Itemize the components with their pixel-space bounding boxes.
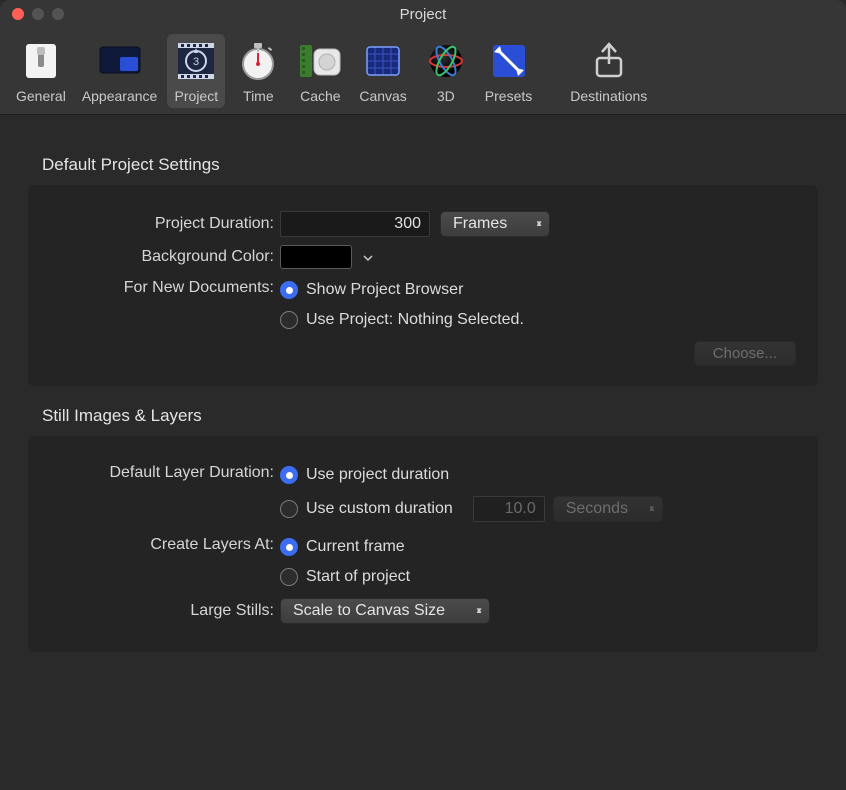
toolbar-label: Time bbox=[243, 88, 274, 104]
radio-icon bbox=[280, 466, 298, 484]
appearance-icon bbox=[97, 38, 143, 84]
cache-icon bbox=[297, 38, 343, 84]
project-icon: 3 bbox=[173, 38, 219, 84]
create-layers-label: Create Layers At: bbox=[50, 534, 280, 554]
time-icon bbox=[235, 38, 281, 84]
toolbar-label: Presets bbox=[485, 88, 532, 104]
toolbar-label: Project bbox=[175, 88, 219, 104]
toolbar-label: Destinations bbox=[570, 88, 647, 104]
toolbar-tab-presets[interactable]: Presets bbox=[479, 34, 538, 108]
section-title-stills: Still Images & Layers bbox=[42, 406, 818, 426]
toolbar-label: Canvas bbox=[359, 88, 406, 104]
project-duration-field[interactable] bbox=[280, 211, 430, 237]
radio-label: Use custom duration bbox=[306, 500, 453, 518]
choose-button[interactable]: Choose... bbox=[694, 341, 796, 366]
custom-duration-unit-popup[interactable]: Seconds ▲▼ bbox=[553, 496, 663, 522]
general-icon bbox=[18, 38, 64, 84]
radio-label: Use project duration bbox=[306, 466, 449, 484]
background-color-well[interactable] bbox=[280, 245, 352, 269]
create-layers-radio-start[interactable]: Start of project bbox=[280, 568, 410, 586]
radio-icon bbox=[280, 568, 298, 586]
zoom-window-button[interactable] bbox=[52, 8, 64, 20]
destinations-icon bbox=[586, 38, 632, 84]
toolbar-tab-canvas[interactable]: Canvas bbox=[353, 34, 412, 108]
titlebar: Project bbox=[0, 0, 846, 28]
section-title-default-project: Default Project Settings bbox=[42, 155, 818, 175]
radio-icon bbox=[280, 311, 298, 329]
layer-duration-label: Default Layer Duration: bbox=[50, 462, 280, 482]
radio-icon bbox=[280, 500, 298, 518]
toolbar-label: 3D bbox=[437, 88, 455, 104]
toolbar-label: Appearance bbox=[82, 88, 158, 104]
toolbar-tab-cache[interactable]: Cache bbox=[291, 34, 349, 108]
window-title: Project bbox=[0, 6, 846, 23]
content: Default Project Settings Project Duratio… bbox=[0, 115, 846, 682]
layer-duration-radio-project[interactable]: Use project duration bbox=[280, 466, 449, 484]
group-default-project: Project Duration: Frames ▲▼ Background C… bbox=[28, 185, 818, 386]
radio-icon bbox=[280, 538, 298, 556]
new-docs-radio-show-browser[interactable]: Show Project Browser bbox=[280, 281, 463, 299]
svg-text:3: 3 bbox=[193, 56, 199, 68]
traffic-lights bbox=[0, 8, 64, 20]
project-duration-label: Project Duration: bbox=[50, 215, 280, 233]
toolbar-tab-project[interactable]: 3 Project bbox=[167, 34, 225, 108]
toolbar-tab-time[interactable]: Time bbox=[229, 34, 287, 108]
radio-icon bbox=[280, 281, 298, 299]
group-stills: Default Layer Duration: Use project dura… bbox=[28, 436, 818, 652]
toolbar-tab-general[interactable]: General bbox=[10, 34, 72, 108]
large-stills-label: Large Stills: bbox=[50, 602, 280, 620]
radio-label: Start of project bbox=[306, 568, 410, 586]
3d-icon bbox=[423, 38, 469, 84]
toolbar-tab-destinations[interactable]: Destinations bbox=[564, 34, 653, 108]
popup-value: Seconds bbox=[566, 500, 628, 518]
radio-label: Use Project: Nothing Selected. bbox=[306, 311, 524, 329]
toolbar-label: Cache bbox=[300, 88, 340, 104]
chevron-down-icon[interactable] bbox=[362, 251, 374, 263]
large-stills-popup[interactable]: Scale to Canvas Size ▲▼ bbox=[280, 598, 490, 624]
minimize-window-button[interactable] bbox=[32, 8, 44, 20]
canvas-icon bbox=[360, 38, 406, 84]
create-layers-radio-current[interactable]: Current frame bbox=[280, 538, 405, 556]
radio-label: Show Project Browser bbox=[306, 281, 463, 299]
toolbar-label: General bbox=[16, 88, 66, 104]
new-documents-label: For New Documents: bbox=[50, 277, 280, 297]
preferences-toolbar: General Appearance 3 Project bbox=[0, 28, 846, 115]
popup-value: Frames bbox=[453, 215, 507, 233]
popup-value: Scale to Canvas Size bbox=[293, 602, 445, 620]
project-duration-unit-popup[interactable]: Frames ▲▼ bbox=[440, 211, 550, 237]
presets-icon bbox=[486, 38, 532, 84]
toolbar-tab-3d[interactable]: 3D bbox=[417, 34, 475, 108]
new-docs-radio-use-project[interactable]: Use Project: Nothing Selected. bbox=[280, 311, 524, 329]
custom-duration-field[interactable] bbox=[473, 496, 545, 522]
background-color-label: Background Color: bbox=[50, 248, 280, 266]
radio-label: Current frame bbox=[306, 538, 405, 556]
layer-duration-radio-custom[interactable]: Use custom duration Seconds ▲▼ bbox=[280, 496, 663, 522]
toolbar-tab-appearance[interactable]: Appearance bbox=[76, 34, 164, 108]
close-window-button[interactable] bbox=[12, 8, 24, 20]
